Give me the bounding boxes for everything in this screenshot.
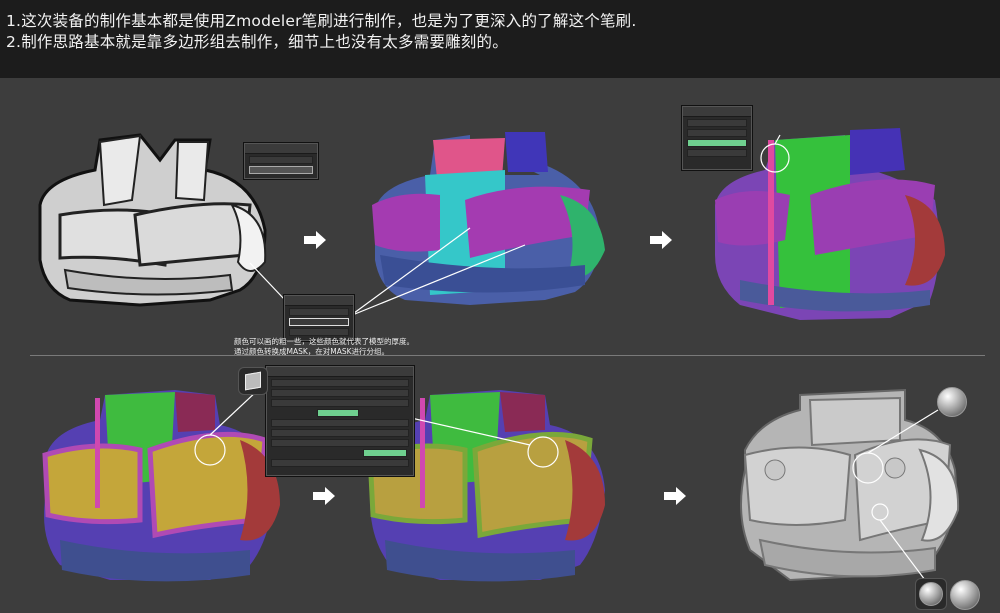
caption-line-1: 颜色可以画的粗一些，这些颜色就代表了模型的厚度。 [234, 337, 414, 346]
zmodeler-active-option[interactable] [687, 139, 747, 147]
matcap-sphere-icon[interactable] [937, 387, 967, 417]
brush-icon-2[interactable] [950, 580, 980, 610]
dialog-option-1[interactable] [249, 156, 313, 164]
model-final-sculpt [740, 388, 960, 582]
mask-menu-item-3[interactable] [289, 328, 349, 336]
cube-icon[interactable] [238, 367, 268, 395]
mask-menu-item-2[interactable] [289, 318, 349, 326]
zmodeler-actions-menu[interactable] [266, 366, 414, 476]
mask-menu-item-1[interactable] [289, 308, 349, 316]
menu-active-target[interactable] [363, 449, 407, 457]
polygroup-dialog[interactable] [244, 143, 318, 179]
model-bottom-left [42, 390, 280, 582]
caption-line-2: 通过颜色转换成MASK，在对MASK进行分组。 [234, 347, 390, 356]
caption-block: 颜色可以画的粗一些，这些颜色就代表了模型的厚度。 通过颜色转换成MASK，在对M… [234, 337, 414, 357]
zmodeler-panel[interactable] [682, 106, 752, 170]
mask-menu-panel[interactable] [284, 295, 354, 341]
section-divider [30, 355, 985, 356]
model-grey-blockout [38, 133, 267, 307]
menu-active-action[interactable] [317, 409, 359, 417]
brush-icon[interactable] [915, 578, 947, 610]
zmodeler-icon [683, 107, 751, 117]
model-polygroup-colored [372, 132, 605, 305]
dialog-option-2[interactable] [249, 166, 313, 174]
illustration-canvas [38, 128, 960, 582]
